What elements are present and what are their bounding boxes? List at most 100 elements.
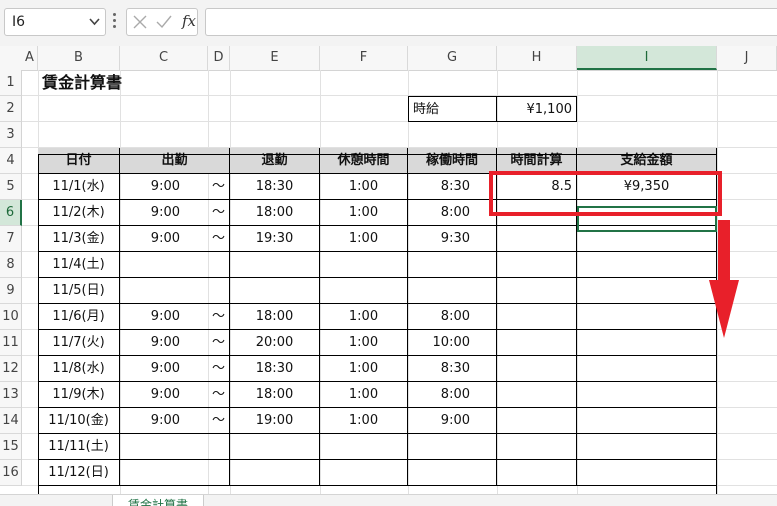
start-cell[interactable] [120, 460, 208, 486]
payment-cell[interactable]: ¥9,350 [577, 174, 717, 200]
payment-cell[interactable] [577, 200, 717, 226]
header-break-cell[interactable]: 休憩時間 [320, 148, 408, 174]
row-header-10[interactable]: 10 [0, 304, 22, 330]
separator-cell[interactable] [208, 460, 230, 486]
separator-cell[interactable]: ～ [208, 174, 230, 200]
break-cell[interactable] [320, 460, 408, 486]
hours-calc-cell[interactable]: 8.5 [497, 174, 577, 200]
separator-cell[interactable]: ～ [208, 356, 230, 382]
date-cell[interactable]: 11/7(火) [38, 330, 120, 356]
start-cell[interactable]: 9:00 [120, 382, 208, 408]
hours-calc-cell[interactable] [497, 304, 577, 330]
work-cell[interactable]: 8:00 [408, 304, 497, 330]
date-cell[interactable]: 11/8(水) [38, 356, 120, 382]
date-cell[interactable]: 11/11(土) [38, 434, 120, 460]
hours-calc-cell[interactable] [497, 408, 577, 434]
row-header-7[interactable]: 7 [0, 226, 22, 252]
break-cell[interactable]: 1:00 [320, 382, 408, 408]
break-cell[interactable] [320, 252, 408, 278]
separator-cell[interactable]: ～ [208, 330, 230, 356]
row-header-11[interactable]: 11 [0, 330, 22, 356]
separator-cell[interactable]: ～ [208, 382, 230, 408]
separator-cell[interactable]: ～ [208, 408, 230, 434]
hours-calc-cell[interactable] [497, 330, 577, 356]
row-header-1[interactable]: 1 [0, 70, 22, 96]
separator-cell[interactable] [208, 434, 230, 460]
end-cell[interactable]: 20:00 [230, 330, 320, 356]
column-header-i[interactable]: I [577, 46, 717, 70]
break-cell[interactable]: 1:00 [320, 226, 408, 252]
payment-cell[interactable] [577, 434, 717, 460]
date-cell[interactable]: 11/5(日) [38, 278, 120, 304]
work-cell[interactable]: 8:30 [408, 356, 497, 382]
start-cell[interactable] [120, 434, 208, 460]
work-cell[interactable]: 8:00 [408, 382, 497, 408]
row-header-6[interactable]: 6 [0, 200, 22, 226]
work-cell[interactable] [408, 278, 497, 304]
payment-cell[interactable] [577, 278, 717, 304]
work-cell[interactable] [408, 460, 497, 486]
payment-cell[interactable] [577, 304, 717, 330]
header-hours-calc-cell[interactable]: 時間計算 [497, 148, 577, 174]
separator-cell[interactable] [208, 252, 230, 278]
work-cell[interactable]: 9:00 [408, 408, 497, 434]
column-header-a[interactable]: A [22, 46, 38, 70]
row-header-9[interactable]: 9 [0, 278, 22, 304]
break-cell[interactable] [320, 434, 408, 460]
payment-cell[interactable] [577, 460, 717, 486]
column-header-f[interactable]: F [320, 46, 408, 70]
function-icon[interactable]: fx [182, 12, 196, 30]
separator-cell[interactable]: ～ [208, 200, 230, 226]
work-cell[interactable] [408, 434, 497, 460]
break-cell[interactable]: 1:00 [320, 356, 408, 382]
break-cell[interactable]: 1:00 [320, 304, 408, 330]
start-cell[interactable] [120, 278, 208, 304]
end-cell[interactable]: 18:30 [230, 174, 320, 200]
row-header-13[interactable]: 13 [0, 382, 22, 408]
break-cell[interactable]: 1:00 [320, 330, 408, 356]
date-cell[interactable]: 11/9(木) [38, 382, 120, 408]
end-cell[interactable] [230, 460, 320, 486]
date-cell[interactable]: 11/1(水) [38, 174, 120, 200]
work-cell[interactable] [408, 252, 497, 278]
start-cell[interactable]: 9:00 [120, 226, 208, 252]
row-header-16[interactable]: 16 [0, 460, 22, 486]
end-cell[interactable] [230, 252, 320, 278]
payment-cell[interactable] [577, 408, 717, 434]
hours-calc-cell[interactable] [497, 434, 577, 460]
column-header-b[interactable]: B [38, 46, 120, 70]
hours-calc-cell[interactable] [497, 460, 577, 486]
end-cell[interactable]: 18:30 [230, 356, 320, 382]
end-cell[interactable]: 18:00 [230, 382, 320, 408]
hours-calc-cell[interactable] [497, 226, 577, 252]
date-cell[interactable]: 11/10(金) [38, 408, 120, 434]
column-header-h[interactable]: H [497, 46, 577, 70]
column-header-e[interactable]: E [230, 46, 320, 70]
start-cell[interactable]: 9:00 [120, 200, 208, 226]
date-cell[interactable]: 11/2(木) [38, 200, 120, 226]
break-cell[interactable]: 1:00 [320, 174, 408, 200]
formula-input[interactable] [205, 8, 777, 36]
start-cell[interactable]: 9:00 [120, 304, 208, 330]
separator-cell[interactable]: ～ [208, 226, 230, 252]
row-header-15[interactable]: 15 [0, 434, 22, 460]
wage-value-cell[interactable]: ¥1,100 [497, 96, 577, 122]
end-cell[interactable] [230, 434, 320, 460]
row-header-3[interactable]: 3 [0, 122, 22, 148]
end-cell[interactable]: 18:00 [230, 304, 320, 330]
start-cell[interactable] [120, 252, 208, 278]
payment-cell[interactable] [577, 252, 717, 278]
start-cell[interactable]: 9:00 [120, 356, 208, 382]
chevron-down-icon[interactable] [89, 18, 100, 26]
column-header-g[interactable]: G [408, 46, 497, 70]
payment-cell[interactable] [577, 382, 717, 408]
row-header-5[interactable]: 5 [0, 174, 22, 200]
more-options-icon[interactable] [113, 13, 116, 29]
name-box[interactable]: I6 [4, 8, 106, 36]
hours-calc-cell[interactable] [497, 200, 577, 226]
work-cell[interactable]: 8:00 [408, 200, 497, 226]
separator-cell[interactable] [208, 278, 230, 304]
column-header-c[interactable]: C [120, 46, 208, 70]
work-cell[interactable]: 10:00 [408, 330, 497, 356]
end-cell[interactable]: 19:00 [230, 408, 320, 434]
